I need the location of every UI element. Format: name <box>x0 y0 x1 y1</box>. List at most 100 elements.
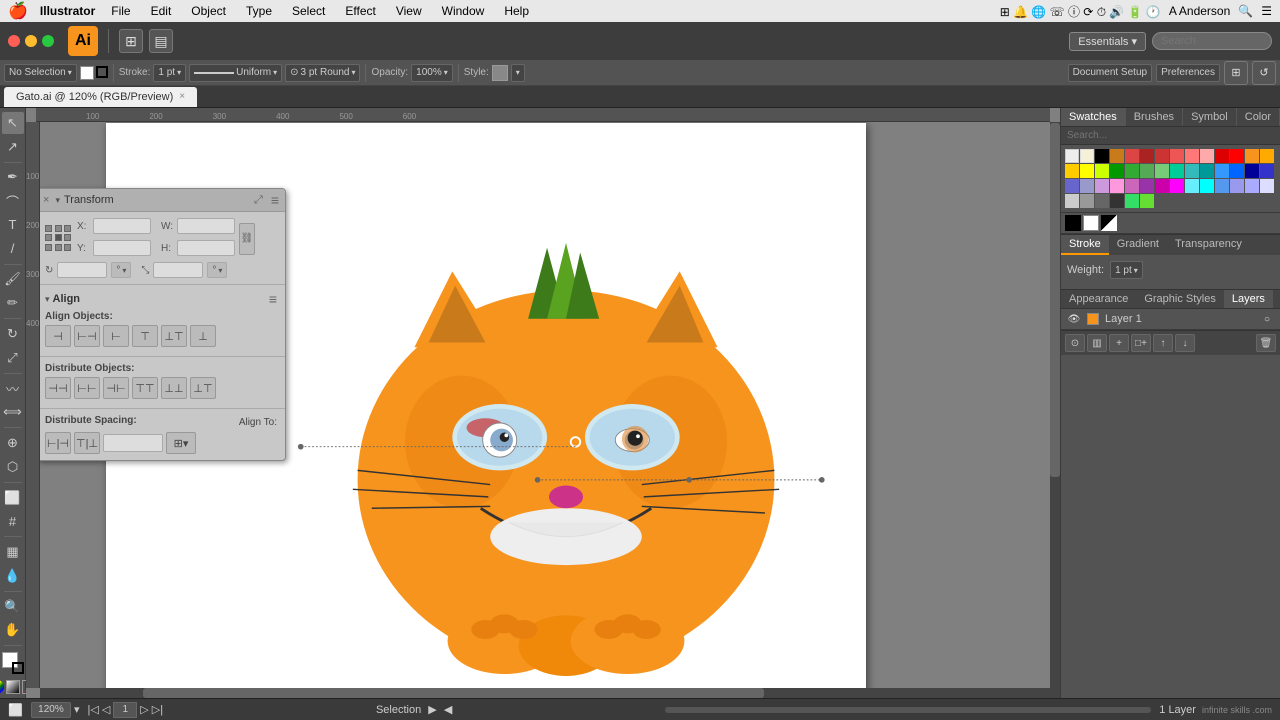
swatch-orange1[interactable] <box>1245 149 1259 163</box>
window-menu[interactable]: Window <box>434 4 493 18</box>
apple-menu-icon[interactable]: 🍎 <box>8 1 28 21</box>
swatch-teal1[interactable] <box>1170 164 1184 178</box>
pen-tool[interactable]: ✒ <box>2 167 24 189</box>
align-collapse-icon[interactable]: ▾ <box>45 294 50 305</box>
doc-options-btn[interactable]: ▤ <box>149 29 173 53</box>
swatch-blue1[interactable] <box>1215 164 1229 178</box>
expand-icon[interactable]: ⤢ <box>254 194 263 207</box>
space-v-btn[interactable]: ⊤|⊥ <box>74 432 100 454</box>
style-preview[interactable] <box>492 65 508 81</box>
x-input[interactable] <box>93 218 151 234</box>
status-back-icon[interactable]: ◀ <box>444 704 452 716</box>
align-top-btn[interactable]: ⊤ <box>132 325 158 347</box>
grid-dot-3[interactable] <box>64 225 71 232</box>
swatch-pink2[interactable] <box>1110 179 1124 193</box>
swatch-red8[interactable] <box>1230 149 1244 163</box>
appearance-tab[interactable]: Appearance <box>1061 290 1136 308</box>
swatch-white[interactable] <box>1083 215 1099 231</box>
swatch-green3[interactable] <box>1140 164 1154 178</box>
dist-center-v-btn[interactable]: ⊥⊥ <box>161 377 187 399</box>
hand-tool[interactable]: ✋ <box>2 619 24 641</box>
brushes-tab[interactable]: Brushes <box>1126 108 1183 126</box>
scale-tool[interactable]: ⤢ <box>2 347 24 369</box>
selection-dropdown[interactable]: No Selection ▾ <box>4 64 77 82</box>
vertical-scrollbar[interactable] <box>1050 122 1060 698</box>
object-menu[interactable]: Object <box>183 4 234 18</box>
gradient-tool[interactable]: ▦ <box>2 541 24 563</box>
opacity-dropdown[interactable]: 100% ▾ <box>411 64 453 82</box>
stroke-value-dropdown[interactable]: 1 pt ▾ <box>153 64 186 82</box>
edit-menu[interactable]: Edit <box>143 4 180 18</box>
swatch-1[interactable] <box>1080 149 1094 163</box>
align-left-btn[interactable]: ⊣ <box>45 325 71 347</box>
shape-builder-tool[interactable]: ⊕ <box>2 432 24 454</box>
h-scroll-thumb[interactable] <box>143 688 763 698</box>
swatch-gray1[interactable] <box>1065 194 1079 208</box>
create-layer-btn[interactable]: + <box>1109 334 1129 352</box>
swatch-chartreuse[interactable] <box>1140 194 1154 208</box>
swatch-red5[interactable] <box>1185 149 1199 163</box>
swatch-green2[interactable] <box>1125 164 1139 178</box>
gradient-tab[interactable]: Gradient <box>1109 235 1167 255</box>
gradient-mode-btn[interactable] <box>6 680 20 694</box>
swatch-red4[interactable] <box>1170 149 1184 163</box>
maximize-button[interactable] <box>42 35 54 47</box>
swatch-darkorange[interactable] <box>1110 149 1124 163</box>
zoom-tool[interactable]: 🔍 <box>2 596 24 618</box>
transform-panel-header[interactable]: × ▾ Transform ⤢ ≡ <box>37 189 285 212</box>
grid-dot-5[interactable] <box>55 234 62 241</box>
symbol-tab[interactable]: Symbol <box>1183 108 1237 126</box>
grid-dot-7[interactable] <box>45 244 52 251</box>
page-prev-btn[interactable]: ◁ <box>102 703 110 716</box>
zoom-input[interactable] <box>31 702 71 718</box>
swatches-tab[interactable]: Swatches <box>1061 108 1126 126</box>
transform-panel-close[interactable]: × <box>43 194 49 206</box>
swatch-blue2[interactable] <box>1230 164 1244 178</box>
stroke-style-dropdown[interactable]: Uniform ▾ <box>189 64 282 82</box>
stroke-round-dropdown[interactable]: ⊙ 3 pt Round ▾ <box>285 64 360 82</box>
swatch-red1[interactable] <box>1125 149 1139 163</box>
align-center-v-btn[interactable]: ⊥⊤ <box>161 325 187 347</box>
swatch-gray4[interactable] <box>1110 194 1124 208</box>
graphic-styles-tab[interactable]: Graphic Styles <box>1136 290 1224 308</box>
swatch-red6[interactable] <box>1200 149 1214 163</box>
direct-selection-tool[interactable]: ↗ <box>2 136 24 158</box>
rotate-tool[interactable]: ↻ <box>2 323 24 345</box>
layer-visibility-icon[interactable]: 👁 <box>1067 312 1081 326</box>
swatch-blue4[interactable] <box>1260 164 1274 178</box>
line-tool[interactable]: / <box>2 238 24 260</box>
constrain-proportions-btn[interactable]: ⛓ <box>239 223 255 255</box>
swatch-purple1[interactable] <box>1065 179 1079 193</box>
effect-menu[interactable]: Effect <box>337 4 383 18</box>
mesh-tool[interactable]: # <box>2 510 24 532</box>
tab-close-btn[interactable]: × <box>179 91 185 102</box>
swatch-red2[interactable] <box>1140 149 1154 163</box>
swatch-purple2[interactable] <box>1080 179 1094 193</box>
help-menu[interactable]: Help <box>496 4 537 18</box>
stroke-color-swatch[interactable] <box>12 662 24 674</box>
weight-dropdown[interactable]: 1 pt ▾ <box>1110 261 1143 279</box>
swatch-periwinkle[interactable] <box>1215 179 1229 193</box>
zoom-chevron-icon[interactable]: ▾ <box>74 703 80 716</box>
library-btn[interactable]: ⊞ <box>119 29 143 53</box>
swatch-red3[interactable] <box>1155 149 1169 163</box>
grid-dot-9[interactable] <box>64 244 71 251</box>
swatch-black-2[interactable] <box>1065 215 1081 231</box>
new-layer-btn[interactable]: □+ <box>1131 334 1151 352</box>
page-next-btn[interactable]: ▷ <box>140 703 148 716</box>
layers-tab[interactable]: Layers <box>1224 290 1273 308</box>
stroke-tab[interactable]: Stroke <box>1061 235 1109 255</box>
close-button[interactable] <box>8 35 20 47</box>
stroke-color-box[interactable] <box>96 66 108 78</box>
status-play-icon[interactable]: ▶ <box>428 704 436 716</box>
horizontal-scrollbar[interactable] <box>40 688 1060 698</box>
swatch-purple4[interactable] <box>1140 179 1154 193</box>
swatch-orange2[interactable] <box>1260 149 1274 163</box>
essentials-button[interactable]: Essentials ▾ <box>1069 32 1146 51</box>
move-to-layer-btn[interactable]: ↑ <box>1153 334 1173 352</box>
swatch-cyan1[interactable] <box>1185 179 1199 193</box>
swatch-red7[interactable] <box>1215 149 1229 163</box>
page-number-input[interactable] <box>113 702 137 718</box>
width-tool[interactable]: ⟺ <box>2 401 24 423</box>
grid-dot-4[interactable] <box>45 234 52 241</box>
